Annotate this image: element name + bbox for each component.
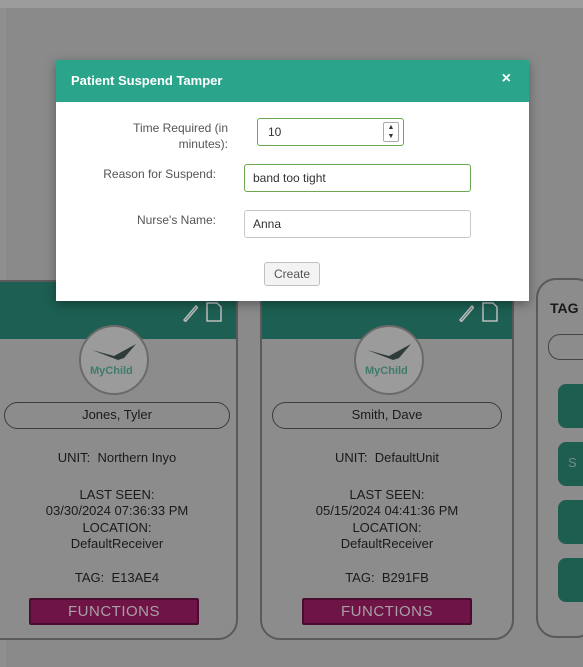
time-required-label: Time Required (in minutes): [133, 121, 228, 151]
last-seen-label: LAST SEEN: [79, 487, 155, 502]
functions-button[interactable]: FUNCTIONS [29, 598, 199, 625]
svg-text:MyChild: MyChild [365, 365, 408, 377]
patient-name: Jones, Tyler [4, 402, 230, 429]
time-required-stepper[interactable]: 10 ▲ ▼ [257, 118, 404, 146]
tag-panel: TAG S [536, 278, 583, 638]
unit-label: UNIT: [334, 450, 368, 465]
tag-panel-button[interactable] [558, 384, 583, 428]
tag-panel-button[interactable] [558, 500, 583, 544]
tag-value: E13AE4 [111, 570, 160, 585]
last-seen-label: LAST SEEN: [349, 487, 425, 502]
tag-label: TAG: [74, 570, 105, 585]
unit-value: DefaultUnit [374, 450, 440, 465]
document-icon[interactable] [482, 302, 498, 322]
patient-card-1: MyChild Jones, Tyler UNIT: Northern Inyo… [0, 280, 238, 640]
stork-logo: MyChild [354, 325, 424, 395]
stepper-arrows[interactable]: ▲ ▼ [383, 122, 399, 142]
location-value: DefaultReceiver [70, 536, 164, 551]
functions-button[interactable]: FUNCTIONS [302, 598, 472, 625]
document-icon[interactable] [206, 302, 222, 322]
nurse-name-input[interactable] [244, 210, 471, 238]
tag-panel-button-label: S [568, 455, 577, 470]
unit-value: Northern Inyo [97, 450, 177, 465]
nurse-name-label: Nurse's Name: [137, 213, 216, 227]
unit-row: UNIT: DefaultUnit [272, 450, 502, 465]
top-strip [0, 0, 583, 8]
last-seen-value: 05/15/2024 04:41:36 PM [315, 503, 459, 518]
patient-card-2: MyChild Smith, Dave UNIT: DefaultUnit LA… [260, 280, 514, 640]
pencil-icon[interactable] [458, 302, 475, 323]
chevron-down-icon[interactable]: ▼ [384, 132, 398, 141]
unit-label: UNIT: [57, 450, 91, 465]
tag-search-input[interactable] [548, 334, 583, 360]
time-required-value: 10 [268, 125, 282, 139]
tag-panel-title: TAG [550, 300, 579, 316]
unit-row: UNIT: Northern Inyo [4, 450, 230, 465]
close-icon[interactable]: × [502, 70, 511, 88]
stork-logo: MyChild [79, 325, 149, 395]
tag-row: TAG: E13AE4 [4, 570, 230, 585]
location-value: DefaultReceiver [340, 536, 434, 551]
chevron-up-icon[interactable]: ▲ [384, 123, 398, 132]
svg-text:MyChild: MyChild [90, 365, 133, 377]
modal-title: Patient Suspend Tamper [71, 73, 223, 88]
tag-label: TAG: [345, 570, 375, 585]
suspend-tamper-modal: Patient Suspend Tamper × Time Required (… [56, 60, 529, 301]
reason-label: Reason for Suspend: [103, 167, 216, 181]
patient-name: Smith, Dave [272, 402, 502, 429]
tag-row: TAG: B291FB [272, 570, 502, 585]
pencil-icon[interactable] [182, 302, 199, 323]
last-seen-value: 03/30/2024 07:36:33 PM [45, 503, 189, 518]
create-button[interactable]: Create [264, 262, 320, 286]
reason-input[interactable] [244, 164, 471, 192]
location-label: LOCATION: [82, 520, 152, 535]
location-label: LOCATION: [352, 520, 422, 535]
tag-panel-button[interactable]: S [558, 442, 583, 486]
modal-header: Patient Suspend Tamper × [56, 60, 529, 102]
tag-panel-button[interactable] [558, 558, 583, 602]
tag-value: B291FB [381, 570, 429, 585]
